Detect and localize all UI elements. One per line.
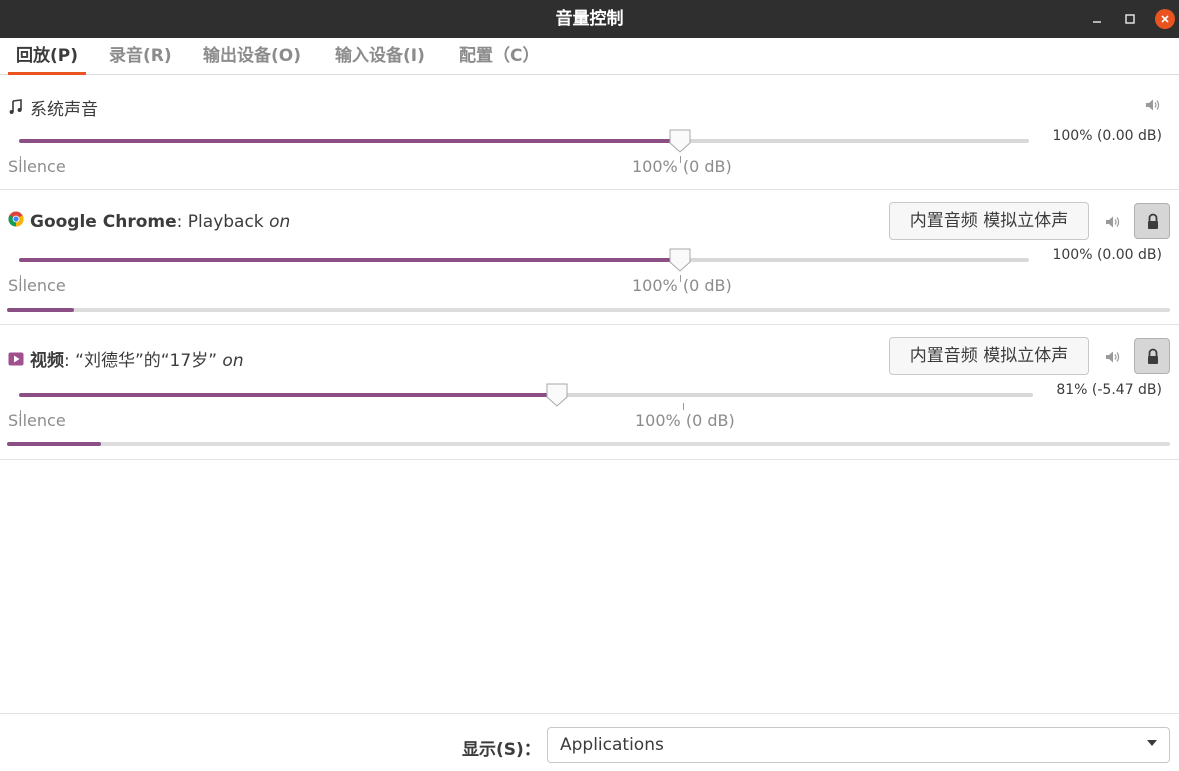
lock-channels-button[interactable] — [1134, 338, 1170, 374]
peak-meter-fill — [7, 308, 74, 312]
stream-label: Google Chrome: Playback on — [8, 211, 290, 232]
app-name: 视频 — [30, 351, 64, 371]
volume-control-window: 音量控制 回放(P) 录音(R) 输出设备(O) 输入设备(I) 配置（C） 系… — [0, 0, 1179, 771]
volume-slider-handle[interactable] — [669, 129, 691, 153]
app-separator: : — [64, 351, 70, 371]
slider-label-silence: Silence — [8, 411, 66, 430]
volume-percent: 81% (-5.47 dB) — [1056, 382, 1162, 398]
stream-status: on — [222, 351, 244, 371]
tab-configuration[interactable]: 配置（C） — [447, 38, 551, 75]
slider-label-silence: Silence — [8, 157, 66, 176]
app-name: Google Chrome — [30, 212, 177, 232]
stream-name: “刘德华”的“17岁” — [75, 351, 218, 371]
slider-label-100: 100% (0 dB) — [635, 411, 735, 430]
stream-row-chrome: Google Chrome: Playback on 内置音频 模拟立体声 Si… — [0, 190, 1179, 325]
minimize-button[interactable] — [1087, 9, 1107, 29]
stream-row-video: 视频: “刘德华”的“17岁” on 内置音频 模拟立体声 Silence 10… — [0, 325, 1179, 460]
tab-playback[interactable]: 回放(P) — [4, 38, 90, 75]
volume-slider[interactable] — [19, 248, 1029, 272]
stream-status: on — [269, 212, 291, 232]
slider-tick-100 — [683, 403, 684, 410]
tab-input-devices[interactable]: 输入设备(I) — [323, 38, 437, 75]
show-label: 显示(S)： — [462, 740, 541, 760]
slider-label-silence: Silence — [8, 276, 66, 295]
volume-slider-handle[interactable] — [669, 248, 691, 272]
chrome-icon — [8, 211, 24, 231]
tab-bar: 回放(P) 录音(R) 输出设备(O) 输入设备(I) 配置（C） — [0, 38, 1179, 75]
window-title: 音量控制 — [555, 9, 624, 29]
stream-row-system-sounds: 系统声音 Silence 100% (0 dB) 100% (0.00 dB) — [0, 75, 1179, 190]
minimize-icon — [1093, 21, 1101, 23]
music-note-icon — [8, 99, 24, 119]
slider-label-100: 100% (0 dB) — [632, 157, 732, 176]
output-device-button[interactable]: 内置音频 模拟立体声 — [889, 337, 1089, 375]
volume-slider-fill — [19, 393, 557, 397]
app-separator: : — [176, 212, 183, 232]
volume-percent: 100% (0.00 dB) — [1052, 247, 1162, 263]
volume-slider-fill — [19, 139, 680, 143]
show-filter-value: Applications — [560, 735, 664, 755]
volume-slider-fill — [19, 258, 680, 262]
lock-icon — [1148, 348, 1158, 364]
speaker-mute-icon[interactable] — [1105, 214, 1121, 228]
peak-meter — [7, 308, 1170, 312]
dropdown-arrow-icon — [1147, 740, 1157, 746]
tab-recording[interactable]: 录音(R) — [97, 38, 184, 75]
close-icon — [1161, 15, 1169, 23]
close-button[interactable] — [1155, 9, 1175, 29]
stream-name: Playback — [187, 212, 264, 232]
stream-label: 系统声音 — [8, 95, 98, 120]
maximize-icon — [1125, 14, 1135, 24]
bottom-bar: 显示(S)： Applications — [0, 713, 1179, 771]
volume-slider[interactable] — [19, 129, 1029, 153]
peak-meter — [7, 442, 1170, 446]
output-device-button[interactable]: 内置音频 模拟立体声 — [889, 202, 1089, 240]
show-filter-dropdown[interactable]: Applications — [547, 727, 1170, 763]
volume-percent: 100% (0.00 dB) — [1052, 128, 1162, 144]
lock-channels-button[interactable] — [1134, 203, 1170, 239]
volume-slider[interactable] — [19, 383, 1033, 407]
stream-label: 视频: “刘德华”的“17岁” on — [8, 346, 244, 371]
volume-slider-handle[interactable] — [546, 383, 568, 407]
stream-name: 系统声音 — [30, 100, 98, 120]
maximize-button[interactable] — [1120, 9, 1140, 29]
video-player-icon — [8, 352, 24, 370]
slider-label-100: 100% (0 dB) — [632, 276, 732, 295]
speaker-mute-icon[interactable] — [1145, 97, 1161, 111]
speaker-mute-icon[interactable] — [1105, 349, 1121, 363]
tab-output-devices[interactable]: 输出设备(O) — [191, 38, 313, 75]
title-bar: 音量控制 — [0, 0, 1179, 38]
peak-meter-fill — [7, 442, 101, 446]
lock-icon — [1148, 213, 1158, 229]
